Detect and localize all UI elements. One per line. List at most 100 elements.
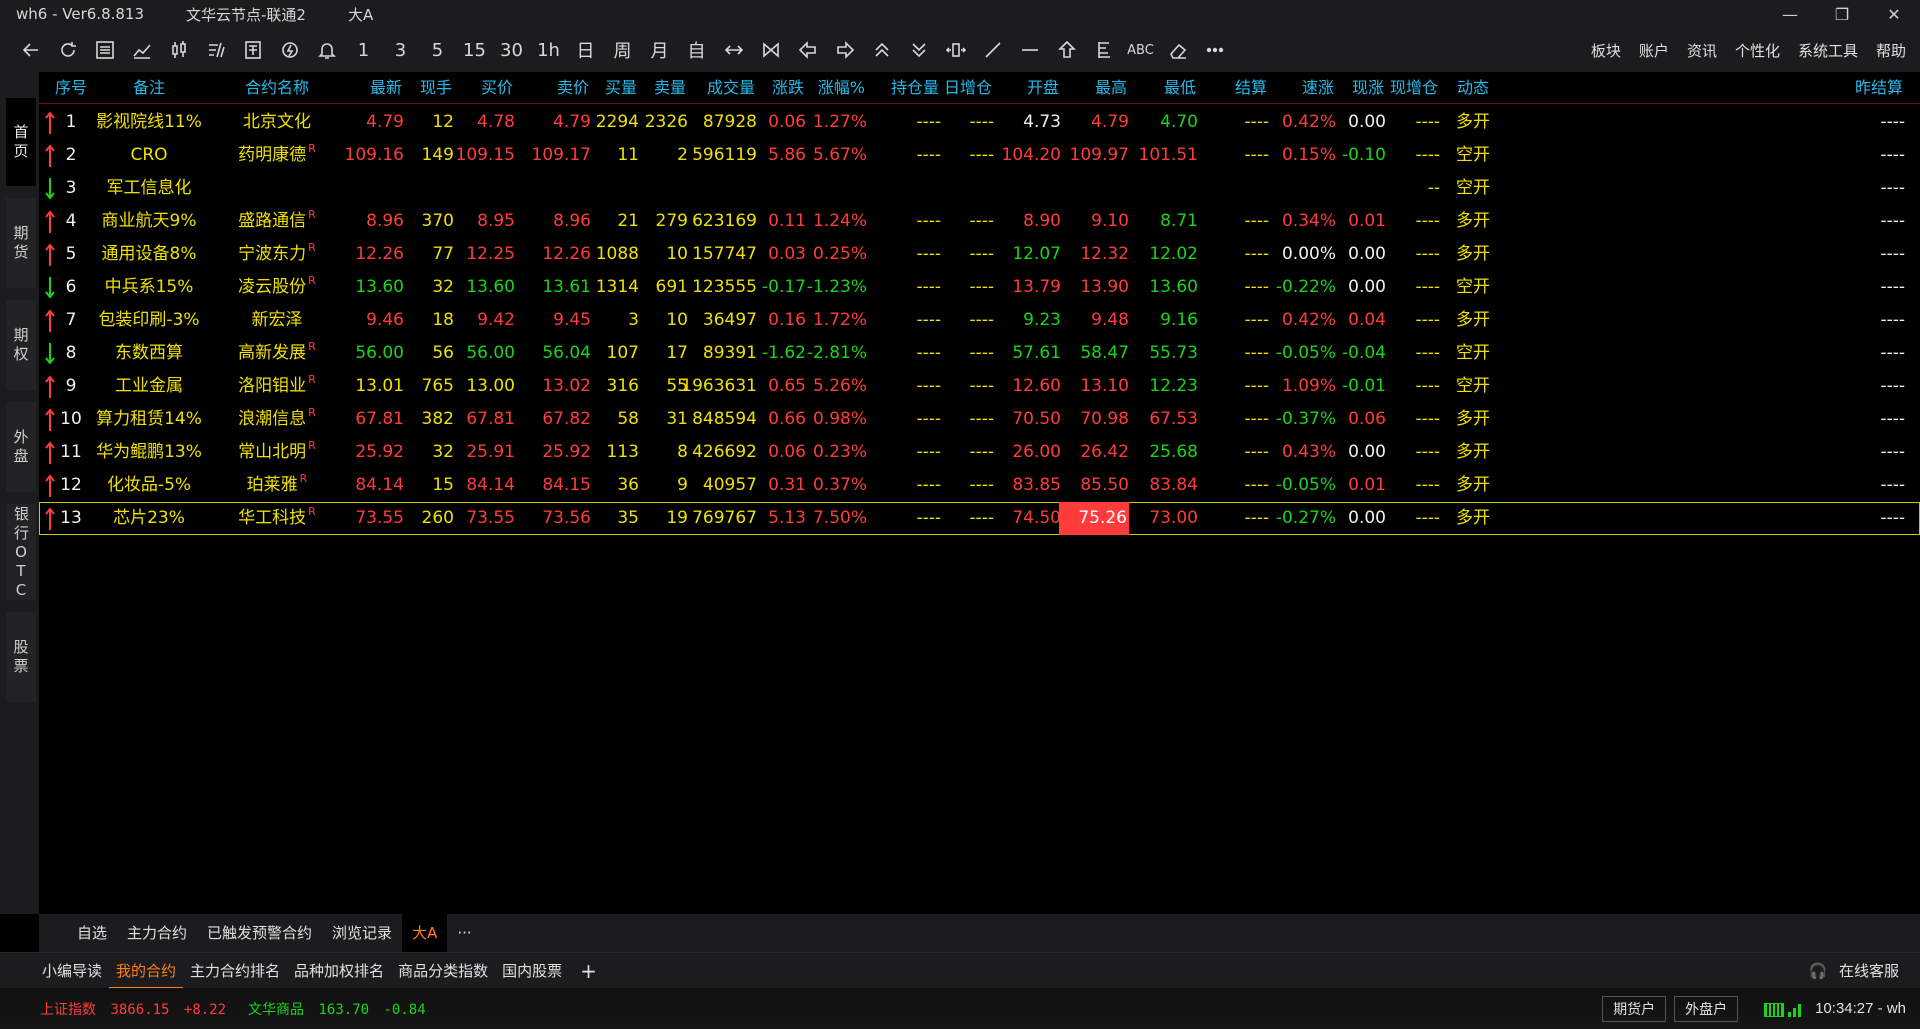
server-node[interactable]: 文华云节点-联通2 (186, 4, 306, 25)
alert-bell-icon[interactable] (308, 34, 345, 66)
fibonacci-icon[interactable] (1085, 34, 1122, 66)
period-1h-button[interactable]: 1h (530, 34, 567, 66)
eraser-icon[interactable] (1159, 34, 1196, 66)
column-header[interactable]: 序号 (39, 72, 111, 104)
column-header[interactable]: 合约名称 (237, 72, 317, 104)
minimize-button[interactable]: — (1764, 0, 1816, 28)
table-row[interactable]: 4 商业航天9% 盛路通信 R 8.96 370 8.95 8.96 21 279 623169 0.… (39, 205, 1920, 238)
column-header[interactable]: 卖量 (606, 72, 686, 104)
sub-tab[interactable]: 我的合约 (109, 953, 184, 989)
quote-list-icon[interactable] (86, 34, 123, 66)
menu-news[interactable]: 资讯 (1687, 40, 1717, 61)
period-week-button[interactable]: 周 (604, 34, 641, 66)
table-row[interactable]: 8 东数西算 高新发展 R 56.00 56 56.00 56.04 107 17 89391 -1.… (39, 337, 1920, 370)
online-service-link[interactable]: 🎧 在线客服 (1795, 953, 1906, 989)
cell-pre: ---- (1880, 475, 1905, 495)
text-annotation-button[interactable]: ABC (1122, 34, 1159, 66)
column-header[interactable]: 昨结算 (1823, 72, 1903, 104)
overseas-account-button[interactable]: 外盘户 (1674, 995, 1739, 1022)
column-header[interactable]: 涨幅% (785, 72, 865, 104)
group-tab[interactable]: ··· (447, 914, 481, 952)
index-shanghai[interactable]: 上证指数 3866.15 +8.22 (40, 999, 226, 1019)
menu-personalize[interactable]: 个性化 (1735, 40, 1780, 61)
table-row[interactable]: 3 军工信息化 -- 空开 ---- (39, 172, 1920, 205)
period-month-button[interactable]: 月 (641, 34, 678, 66)
right-arrow-icon[interactable] (826, 34, 863, 66)
period-1min-button[interactable]: 1 (345, 34, 382, 66)
group-tab[interactable]: 浏览记录 (322, 914, 402, 952)
menu-help[interactable]: 帮助 (1876, 40, 1906, 61)
period-15min-button[interactable]: 15 (456, 34, 493, 66)
table-row[interactable]: 6 中兵系15% 凌云股份 R 13.60 32 13.60 13.61 1314 691 1235… (39, 271, 1920, 304)
fast-analysis-icon[interactable] (197, 34, 234, 66)
table-row[interactable]: 12 化妆品-5% 珀莱雅 R 84.14 15 84.14 84.15 36 9 40957 0.3… (39, 469, 1920, 502)
cell-name: 珀莱雅 R (246, 472, 308, 495)
column-header[interactable]: 买价 (433, 72, 513, 104)
table-row[interactable]: 10 算力租赁14% 浪潮信息 R 67.81 382 67.81 67.82 58 31 8485… (39, 403, 1920, 436)
cursor-crosshair-icon[interactable] (937, 34, 974, 66)
refresh-icon[interactable] (49, 34, 86, 66)
group-tab[interactable]: 自选 (67, 914, 117, 952)
table-row[interactable]: 1 影视院线11% 北京文化 4.79 12 4.78 4.79 2294 2326 87928 0… (39, 106, 1920, 139)
zoom-horizontal-icon[interactable] (715, 34, 752, 66)
more-icon[interactable] (1196, 34, 1233, 66)
add-tab-button[interactable]: + (573, 953, 604, 989)
column-header[interactable]: 最高 (1047, 72, 1127, 104)
sub-tab[interactable]: 主力合约排名 (183, 953, 287, 989)
menu-system-tools[interactable]: 系统工具 (1798, 40, 1858, 61)
cell-pre: ---- (1880, 145, 1905, 165)
down-double-chevron-icon[interactable] (900, 34, 937, 66)
sidetab-stocks[interactable]: 股票 (6, 612, 36, 702)
sub-tab[interactable]: 国内股票 (495, 953, 569, 989)
margin-tag: R (308, 505, 316, 518)
sidetab-futures[interactable]: 期货 (6, 198, 36, 288)
horizontal-line-icon[interactable] (1011, 34, 1048, 66)
draw-line-icon[interactable] (974, 34, 1011, 66)
cell-pct: 1.27% (812, 112, 867, 132)
period-3min-button[interactable]: 3 (382, 34, 419, 66)
group-tab[interactable]: 主力合约 (117, 914, 197, 952)
up-arrow-icon[interactable] (1048, 34, 1085, 66)
period-5min-button[interactable]: 5 (419, 34, 456, 66)
group-tab[interactable]: 已触发预警合约 (197, 914, 322, 952)
sidetab-bank-otc[interactable]: 银行OTC (6, 504, 36, 600)
cell-bid: 56.00 (466, 343, 515, 363)
sub-tab[interactable]: 品种加权排名 (287, 953, 391, 989)
menu-account[interactable]: 账户 (1639, 40, 1669, 61)
column-header[interactable]: 最低 (1116, 72, 1196, 104)
table-row[interactable]: 7 包装印刷-3% 新宏泽 9.46 18 9.42 9.45 3 10 36497 0.16 1.7… (39, 304, 1920, 337)
period-day-button[interactable]: 日 (567, 34, 604, 66)
period-30min-button[interactable]: 30 (493, 34, 530, 66)
f10-info-icon[interactable] (234, 34, 271, 66)
maximize-button[interactable]: ❐ (1816, 0, 1868, 28)
table-row[interactable]: 13 芯片23% 华工科技 R 73.55 260 73.55 73.56 35 19 769767… (39, 502, 1920, 535)
menu-sector[interactable]: 板块 (1591, 40, 1621, 61)
candlestick-icon[interactable] (160, 34, 197, 66)
zoom-vertical-icon[interactable] (752, 34, 789, 66)
table-row[interactable]: 5 通用设备8% 宁波东力 R 12.26 77 12.25 12.26 1088 10 15774… (39, 238, 1920, 271)
back-arrow-icon[interactable] (12, 34, 49, 66)
table-row[interactable]: 11 华为鲲鹏13% 常山北明 R 25.92 32 25.91 25.92 113 8 42669… (39, 436, 1920, 469)
sub-tab[interactable]: 商品分类指数 (391, 953, 495, 989)
sidetab-home[interactable]: 首页 (6, 98, 36, 186)
line-chart-icon[interactable] (123, 34, 160, 66)
sidetab-overseas[interactable]: 外盘 (6, 402, 36, 492)
table-row[interactable]: 2 CRO 药明康德 R 109.16 149 109.15 109.17 11 2 596119 5… (39, 139, 1920, 172)
flash-order-icon[interactable] (271, 34, 308, 66)
cell-now-oi: ---- (1415, 277, 1440, 297)
cell-name: 华工科技 R (238, 505, 316, 528)
close-button[interactable]: ✕ (1868, 0, 1920, 28)
left-arrow-icon[interactable] (789, 34, 826, 66)
index-wenhua-commodity[interactable]: 文华商品 163.70 -0.84 (248, 999, 426, 1019)
futures-account-button[interactable]: 期货户 (1602, 995, 1667, 1022)
column-header[interactable]: 备注 (109, 72, 189, 104)
sidetab-options[interactable]: 期权 (6, 300, 36, 390)
sub-tab[interactable]: 小编导读 (35, 953, 109, 989)
up-double-chevron-icon[interactable] (863, 34, 900, 66)
table-row[interactable]: 9 工业金属 洛阳钼业 R 13.01 765 13.00 13.02 316 55 1963631… (39, 370, 1920, 403)
cell-pre: ---- (1880, 211, 1905, 231)
column-header[interactable]: 现增仓 (1358, 72, 1438, 104)
column-header[interactable]: 动态 (1433, 72, 1513, 104)
group-tab[interactable]: 大A (402, 914, 448, 952)
period-custom-button[interactable]: 自 (678, 34, 715, 66)
